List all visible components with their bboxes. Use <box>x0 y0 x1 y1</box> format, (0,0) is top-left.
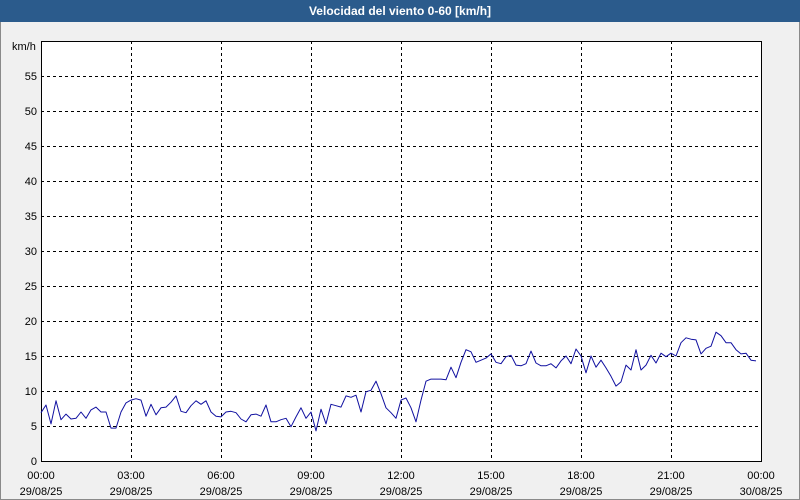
x-tick-time-label: 21:00 <box>657 470 685 482</box>
y-tick-label: 35 <box>25 211 37 223</box>
y-tick-label: 50 <box>25 106 37 118</box>
x-tick-date-label: 29/08/25 <box>110 486 153 498</box>
x-tick-date-label: 29/08/25 <box>650 486 693 498</box>
y-tick-label: 0 <box>31 456 37 468</box>
x-tick-date-label: 29/08/25 <box>200 486 243 498</box>
x-tick-date-label: 29/08/25 <box>290 486 333 498</box>
x-tick-time-label: 06:00 <box>207 470 235 482</box>
y-tick-label: 25 <box>25 281 37 293</box>
x-tick-time-label: 09:00 <box>297 470 325 482</box>
x-tick-time-label: 15:00 <box>477 470 505 482</box>
chart-title: Velocidad del viento 0-60 [km/h] <box>308 4 492 18</box>
y-tick-label: 40 <box>25 176 37 188</box>
x-tick-time-label: 03:00 <box>117 470 145 482</box>
y-tick-label: 30 <box>25 246 37 258</box>
x-tick-time-label: 00:00 <box>747 470 775 482</box>
y-tick-label: 20 <box>25 316 37 328</box>
y-tick-label: 10 <box>25 386 37 398</box>
x-tick-time-label: 18:00 <box>567 470 595 482</box>
x-tick-date-label: 29/08/25 <box>560 486 603 498</box>
title-bar: Velocidad del viento 0-60 [km/h] <box>0 0 800 22</box>
chart-window: Velocidad del viento 0-60 [km/h] 0 5 10 15 2… <box>0 0 800 500</box>
y-tick-label: 55 <box>25 71 37 83</box>
y-tick-label: 15 <box>25 351 37 363</box>
y-axis-unit-label: km/h <box>12 41 36 53</box>
x-tick-time-label: 12:00 <box>387 470 415 482</box>
x-tick-date-label: 29/08/25 <box>470 486 513 498</box>
wind-speed-chart: 0 5 10 15 20 25 30 35 40 45 50 55 km/h 00:00 29/08/25 0… <box>0 0 800 500</box>
x-tick-date-label: 30/08/25 <box>740 486 783 498</box>
y-tick-label: 45 <box>25 141 37 153</box>
y-tick-label: 5 <box>31 421 37 433</box>
x-tick-date-label: 29/08/25 <box>20 486 63 498</box>
x-tick-date-label: 29/08/25 <box>380 486 423 498</box>
x-tick-time-label: 00:00 <box>27 470 55 482</box>
